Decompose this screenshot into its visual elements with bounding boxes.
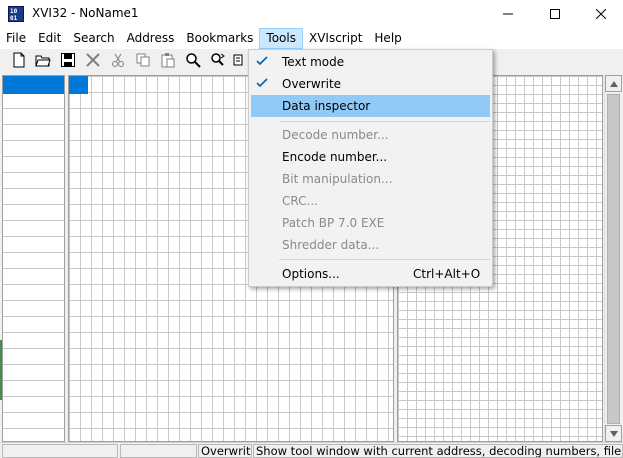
maximize-icon bbox=[550, 9, 560, 19]
status-bar: Overwrite Show tool window with current … bbox=[0, 442, 623, 458]
menu-item-crc[interactable]: CRC... bbox=[251, 190, 490, 212]
menu-item-options[interactable]: Options... Ctrl+Alt+O bbox=[251, 263, 490, 285]
menu-item-bit-manipulation[interactable]: Bit manipulation... bbox=[251, 168, 490, 190]
menu-item-decode-number[interactable]: Decode number... bbox=[251, 124, 490, 146]
goto-address-icon[interactable] bbox=[233, 52, 243, 68]
menu-xviscript[interactable]: XVIscript bbox=[303, 28, 368, 49]
status-mode: Overwrite bbox=[198, 444, 252, 458]
find-replace-icon[interactable] bbox=[210, 52, 226, 68]
maximize-button[interactable] bbox=[532, 0, 578, 28]
menu-item-patch-bp[interactable]: Patch BP 7.0 EXE bbox=[251, 212, 490, 234]
menu-address[interactable]: Address bbox=[121, 28, 181, 49]
menu-item-encode-number[interactable]: Encode number... bbox=[251, 146, 490, 168]
scroll-down-icon[interactable] bbox=[605, 425, 622, 442]
scroll-up-icon[interactable] bbox=[605, 75, 622, 92]
status-hint: Show tool window with current address, d… bbox=[253, 444, 623, 458]
address-selection bbox=[3, 76, 64, 94]
copy-icon[interactable] bbox=[135, 52, 151, 68]
close-file-icon[interactable] bbox=[85, 52, 101, 68]
window-edge-strip bbox=[0, 340, 2, 400]
title-bar: 10 01 XVI32 - NoName1 bbox=[0, 0, 623, 28]
checkmark-icon bbox=[256, 78, 268, 88]
menu-bar: File Edit Search Address Bookmarks Tools… bbox=[0, 28, 623, 49]
window-title: XVI32 - NoName1 bbox=[32, 6, 139, 20]
app-icon[interactable]: 10 01 bbox=[8, 6, 24, 22]
menu-help[interactable]: Help bbox=[368, 28, 407, 49]
menu-item-data-inspector[interactable]: Data inspector bbox=[251, 95, 490, 117]
paste-icon[interactable] bbox=[160, 52, 176, 68]
options-shortcut: Ctrl+Alt+O bbox=[413, 267, 481, 281]
menu-item-overwrite[interactable]: Overwrite bbox=[251, 73, 490, 95]
address-pane[interactable] bbox=[2, 75, 65, 442]
minimize-icon bbox=[503, 13, 513, 15]
menu-tools[interactable]: Tools bbox=[259, 28, 303, 49]
status-cell-value bbox=[120, 444, 197, 458]
tools-dropdown-menu: Text mode Overwrite Data inspector Decod… bbox=[248, 49, 493, 287]
vertical-scrollbar[interactable] bbox=[604, 75, 622, 442]
menu-separator bbox=[279, 259, 490, 260]
close-icon bbox=[596, 9, 606, 19]
menu-bookmarks[interactable]: Bookmarks bbox=[180, 28, 259, 49]
cut-icon[interactable] bbox=[110, 52, 126, 68]
menu-item-text-mode[interactable]: Text mode bbox=[251, 51, 490, 73]
hex-cursor-cell[interactable] bbox=[69, 76, 88, 94]
menu-search[interactable]: Search bbox=[67, 28, 120, 49]
menu-item-shredder-data[interactable]: Shredder data... bbox=[251, 234, 490, 256]
menu-separator bbox=[279, 121, 490, 122]
status-cell-address bbox=[2, 444, 118, 458]
menu-file[interactable]: File bbox=[0, 28, 32, 49]
checkmark-icon bbox=[256, 56, 268, 66]
find-icon[interactable] bbox=[185, 52, 201, 68]
menu-edit[interactable]: Edit bbox=[32, 28, 67, 49]
open-folder-icon[interactable] bbox=[35, 52, 51, 68]
close-button[interactable] bbox=[578, 0, 623, 28]
minimize-button[interactable] bbox=[485, 0, 531, 28]
save-icon[interactable] bbox=[60, 52, 76, 68]
new-file-icon[interactable] bbox=[11, 52, 27, 68]
scroll-thumb[interactable] bbox=[607, 94, 620, 424]
